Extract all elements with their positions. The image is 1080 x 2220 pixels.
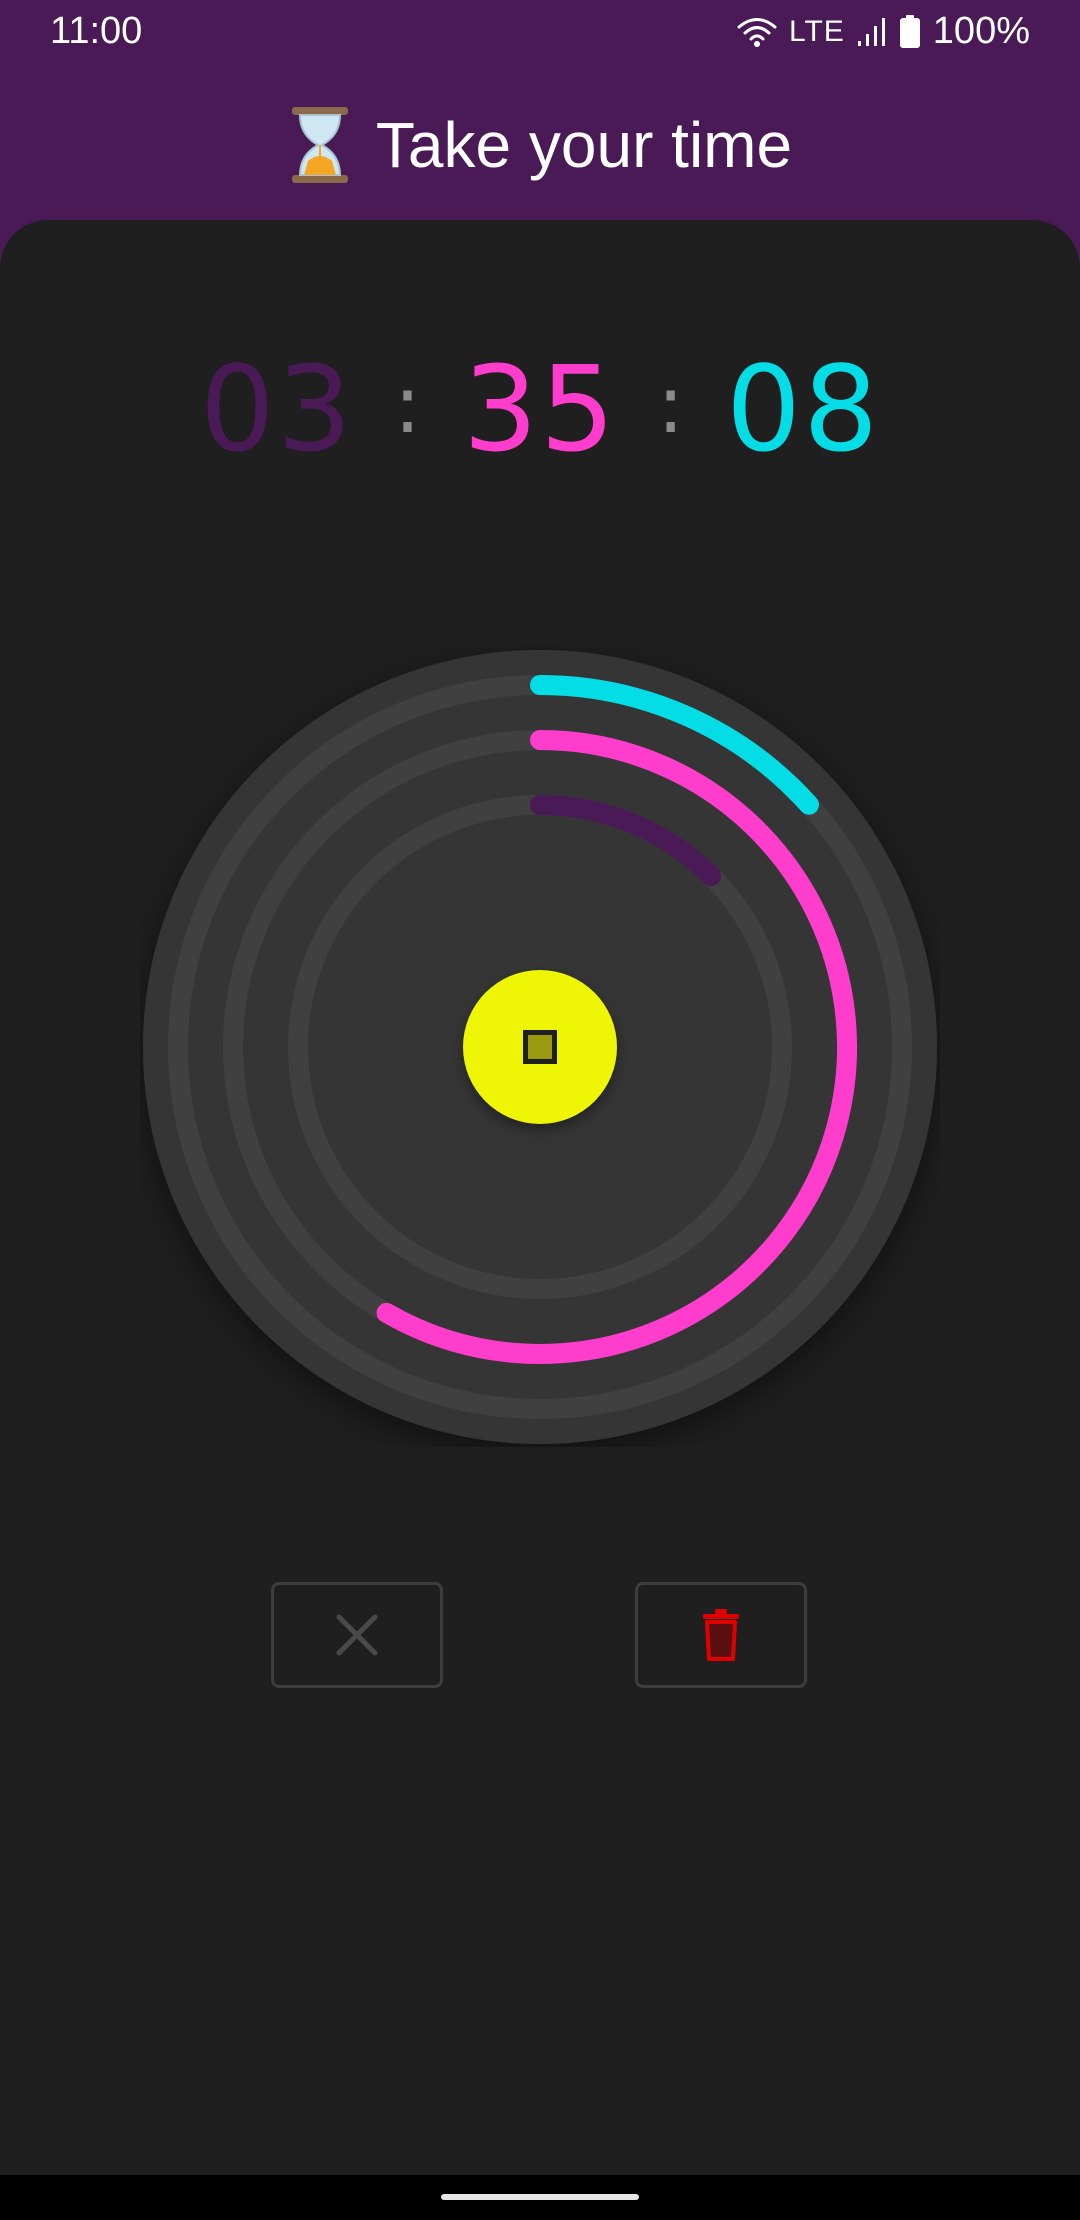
app-title: Take your time [375,109,793,181]
status-icons: LTE 100% [737,10,1030,53]
network-type: LTE [789,14,845,48]
stop-icon [523,1030,557,1064]
stop-button[interactable] [463,970,617,1124]
navigation-bar [0,2175,1080,2220]
timer-hours: 03 [199,340,354,478]
timer-separator: : [657,358,687,451]
status-bar: 11:00 LTE 100% [0,0,1080,70]
home-handle[interactable] [441,2194,639,2200]
timer-separator: : [393,358,423,451]
battery-icon [899,14,920,48]
close-icon [336,1614,378,1656]
timer-seconds: 08 [726,340,881,478]
signal-icon [857,17,885,46]
battery-percent: 100% [932,10,1030,52]
timer-minutes: 35 [462,340,618,478]
delete-button[interactable] [635,1582,807,1688]
cancel-button[interactable] [271,1582,443,1688]
trash-icon [703,1609,739,1661]
timer-display: 03:35:08 [0,340,1080,478]
status-time: 11:00 [50,10,143,52]
wifi-icon [737,17,777,47]
hourglass-icon [291,107,348,183]
app-header: Take your time [0,70,1080,220]
